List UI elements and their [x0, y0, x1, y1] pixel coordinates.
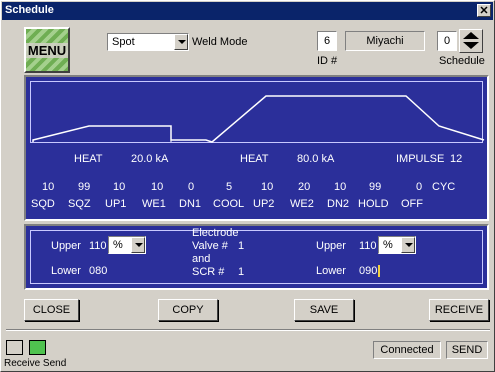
cycle-unit: CYC — [432, 181, 456, 193]
segment-label: UP1 — [105, 198, 127, 210]
right-upper-unit-select[interactable]: % — [378, 236, 416, 254]
cycle-value[interactable]: 0 — [188, 181, 194, 193]
cycle-value[interactable]: 10 — [334, 181, 346, 193]
schedule-label: Schedule — [439, 55, 485, 67]
right-upper-unit: % — [383, 239, 393, 251]
limits-panel: Upper 110 % Lower 080 Electrode Valve # … — [24, 224, 489, 290]
id-label: ID # — [317, 55, 338, 67]
segment-label: UP2 — [253, 198, 275, 210]
status-separator — [6, 329, 490, 331]
left-upper-value[interactable]: 110 — [89, 240, 107, 252]
left-lower-value[interactable]: 080 — [89, 265, 107, 277]
cycle-value[interactable]: 10 — [261, 181, 273, 193]
receive-button[interactable]: RECEIVE — [429, 299, 489, 321]
scr-label: SCR # — [192, 266, 225, 278]
left-lower-label: Lower — [51, 265, 81, 277]
close-window-icon[interactable]: ✕ — [477, 4, 491, 17]
valve-label: Valve # — [192, 240, 228, 252]
send-status-text: SEND — [451, 344, 483, 356]
segment-label: SQZ — [68, 198, 91, 210]
title-bar: Schedule ✕ — [2, 2, 493, 20]
right-lower-label: Lower — [316, 265, 346, 277]
indicators-label: Receive Send — [4, 358, 67, 369]
cycle-value[interactable]: 0 — [416, 181, 422, 193]
heat1-value: 20.0 kA — [131, 153, 169, 165]
heat2-label: HEAT — [240, 153, 269, 165]
weld-mode-value: Spot — [112, 36, 135, 48]
schedule-value: 0 — [443, 35, 451, 47]
segment-label: DN1 — [179, 198, 202, 210]
and-label: and — [192, 253, 211, 265]
connection-status: Connected — [373, 341, 441, 359]
waveform-graph — [30, 81, 485, 143]
brand-display: Miyachi — [345, 31, 425, 51]
right-upper-value[interactable]: 110 — [359, 240, 377, 252]
menu-label: MENU — [26, 43, 68, 58]
send-status[interactable]: SEND — [446, 341, 488, 359]
segment-label: COOL — [213, 198, 245, 210]
cycle-value[interactable]: 20 — [298, 181, 310, 193]
segment-label: OFF — [401, 198, 423, 210]
weld-mode-label: Weld Mode — [192, 36, 248, 48]
left-upper-unit: % — [113, 239, 123, 251]
chevron-down-icon[interactable] — [401, 237, 415, 253]
cycle-value[interactable]: 99 — [369, 181, 381, 193]
schedule-spinner[interactable] — [459, 29, 483, 53]
impulse-value: 12 — [450, 153, 463, 165]
heat2-value: 80.0 kA — [297, 153, 335, 165]
close-button[interactable]: CLOSE — [24, 299, 79, 321]
waveform-panel: HEAT 20.0 kA HEAT 80.0 kA IMPULSE 12 10 … — [24, 75, 489, 221]
id-value: 6 — [323, 35, 331, 47]
text-cursor — [378, 265, 380, 277]
window-title: Schedule — [5, 4, 54, 16]
chevron-down-icon[interactable] — [174, 34, 188, 50]
send-indicator — [29, 340, 46, 355]
id-field[interactable]: 6 — [317, 31, 337, 51]
spinner-arrows-icon[interactable] — [460, 30, 482, 52]
segment-label: DN2 — [327, 198, 350, 210]
right-upper-label: Upper — [316, 240, 346, 252]
impulse-label: IMPULSE — [396, 153, 445, 165]
segment-label: HOLD — [358, 198, 389, 210]
segment-label: WE1 — [142, 198, 166, 210]
chevron-down-icon[interactable] — [131, 237, 145, 253]
heat1-label: HEAT — [74, 153, 103, 165]
cycle-value[interactable]: 10 — [42, 181, 54, 193]
cycle-value[interactable]: 99 — [78, 181, 90, 193]
segment-label: WE2 — [290, 198, 314, 210]
scr-number[interactable]: 1 — [238, 266, 244, 278]
connection-status-text: Connected — [380, 344, 434, 356]
left-upper-label: Upper — [51, 240, 81, 252]
weld-mode-select[interactable]: Spot — [107, 33, 189, 51]
copy-button[interactable]: COPY — [158, 299, 218, 321]
schedule-window: Schedule ✕ MENU Spot Weld Mode 6 ID # Mi… — [0, 0, 495, 372]
weld-waveform-chart — [32, 95, 485, 143]
menu-button[interactable]: MENU — [24, 27, 70, 73]
schedule-number-field[interactable]: 0 — [437, 31, 457, 51]
cycle-value[interactable]: 10 — [151, 181, 163, 193]
electrode-label: Electrode — [192, 227, 239, 239]
segment-label: SQD — [31, 198, 55, 210]
right-lower-value[interactable]: 090 — [359, 265, 377, 277]
brand-name: Miyachi — [366, 35, 404, 47]
left-upper-unit-select[interactable]: % — [108, 236, 146, 254]
cycle-value[interactable]: 5 — [226, 181, 232, 193]
save-button[interactable]: SAVE — [294, 299, 354, 321]
receive-indicator — [6, 340, 23, 355]
cycle-value[interactable]: 10 — [113, 181, 125, 193]
valve-number[interactable]: 1 — [238, 240, 244, 252]
